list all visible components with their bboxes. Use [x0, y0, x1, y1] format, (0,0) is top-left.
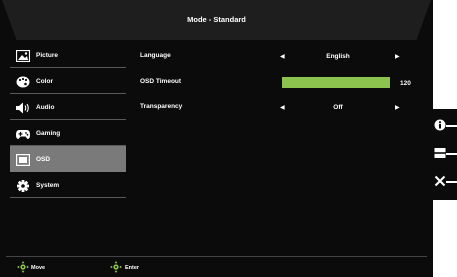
key-indicator-line: [446, 181, 457, 183]
speaker-icon: [16, 102, 29, 114]
info-icon: [434, 119, 446, 131]
sidebar-item-label: Picture: [36, 52, 59, 59]
sidebar-item-label: OSD: [36, 156, 51, 163]
transparency-next-arrow[interactable]: ▶: [395, 104, 400, 111]
osd-window-icon: [16, 154, 30, 166]
side-key-panel: [433, 109, 457, 200]
sidebar-item-audio[interactable]: Audio: [10, 94, 126, 120]
key-indicator-line: [446, 125, 457, 127]
key-indicator-line: [446, 153, 457, 155]
gamepad-icon: [16, 130, 30, 139]
divider: [10, 197, 126, 198]
input-source-icon: [434, 148, 446, 158]
language-next-arrow[interactable]: ▶: [395, 53, 400, 60]
osd-timeout-slider[interactable]: [282, 77, 390, 88]
osd-panel: Mode - Standard Picture Color Audio Gami…: [0, 0, 433, 277]
osd-timeout-slider-fill: [282, 77, 390, 88]
palette-icon: [16, 76, 30, 88]
move-joystick-icon: [17, 261, 29, 273]
info-key[interactable]: [433, 117, 457, 135]
move-hint-label: Move: [31, 265, 46, 271]
language-label: Language: [140, 52, 171, 59]
sidebar-item-label: System: [36, 182, 60, 189]
gear-icon: [17, 180, 29, 192]
transparency-label: Transparency: [140, 103, 183, 110]
sidebar-item-gaming[interactable]: Gaming: [10, 120, 126, 146]
input-source-key[interactable]: [433, 145, 457, 163]
language-prev-arrow[interactable]: ◀: [280, 53, 285, 60]
osd-timeout-value: 120: [400, 80, 411, 87]
sidebar-item-picture[interactable]: Picture: [10, 42, 126, 68]
sidebar-item-color[interactable]: Color: [10, 68, 126, 94]
sidebar-item-label: Gaming: [36, 130, 61, 137]
language-value[interactable]: English: [303, 53, 373, 60]
title-bar: Mode - Standard: [2, 0, 431, 40]
enter-hint-label: Enter: [125, 265, 140, 271]
close-key[interactable]: [433, 173, 457, 191]
close-icon: [434, 175, 446, 187]
transparency-prev-arrow[interactable]: ◀: [280, 104, 285, 111]
footer-divider: [6, 256, 427, 257]
sidebar-item-label: Audio: [36, 104, 55, 111]
sidebar-item-system[interactable]: System: [10, 172, 126, 198]
osd-timeout-label: OSD Timeout: [140, 78, 182, 85]
page-title: Mode - Standard: [187, 15, 246, 24]
sidebar-item-label: Color: [36, 78, 53, 85]
sidebar-item-osd[interactable]: OSD: [10, 146, 126, 172]
enter-joystick-icon: [110, 261, 122, 273]
sidebar: Picture Color Audio Gaming OSD System: [10, 42, 126, 198]
transparency-value[interactable]: Off: [303, 104, 373, 111]
picture-icon: [16, 50, 30, 62]
